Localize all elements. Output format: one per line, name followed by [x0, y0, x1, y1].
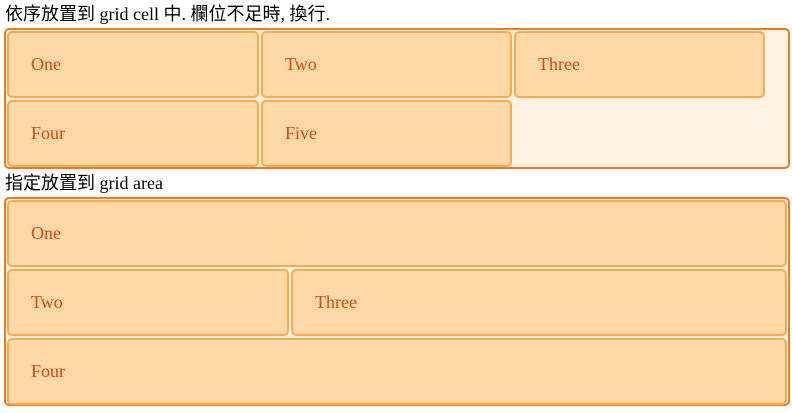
grid-area-item-three: Three — [291, 269, 787, 336]
section-heading-sequential: 依序放置到 grid cell 中. 欄位不足時, 換行. — [5, 4, 330, 24]
grid-item-one: One — [7, 31, 259, 98]
grid-wrapper-areas: One Two Three Four — [4, 197, 790, 406]
grid-item-four: Four — [7, 100, 259, 167]
grid-area-item-four: Four — [7, 338, 787, 405]
section-heading-areas: 指定放置到 grid area — [5, 173, 163, 193]
grid-area-item-two: Two — [7, 269, 289, 336]
grid-item-two: Two — [261, 31, 512, 98]
grid-area-item-one: One — [7, 200, 787, 267]
grid-item-five: Five — [261, 100, 512, 167]
grid-item-three: Three — [514, 31, 765, 98]
grid-wrapper-sequential: One Two Three Four Five — [4, 28, 790, 169]
